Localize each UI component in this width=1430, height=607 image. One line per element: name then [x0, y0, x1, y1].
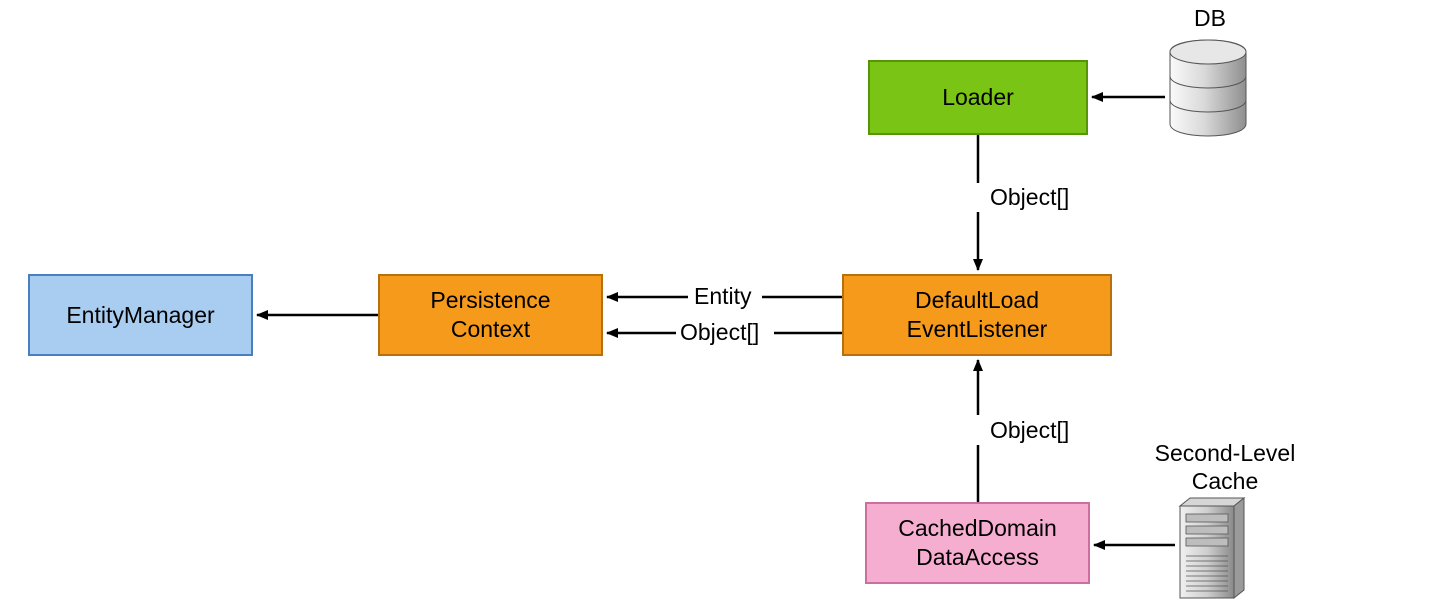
entity-edge-label: Entity	[694, 283, 752, 311]
cache-to-listener-label: Object[]	[990, 417, 1069, 445]
loader-label: Loader	[942, 83, 1014, 112]
default-load-event-listener-label: DefaultLoad EventListener	[907, 286, 1048, 344]
entity-manager-label: EntityManager	[66, 301, 214, 330]
db-label: DB	[1180, 5, 1240, 33]
object-edge-label: Object[]	[680, 319, 759, 347]
cached-domain-data-access-label: CachedDomain DataAccess	[898, 514, 1057, 572]
persistence-context-label: Persistence Context	[430, 286, 550, 344]
loader-to-listener-label: Object[]	[990, 184, 1069, 212]
database-icon	[1170, 40, 1246, 136]
second-level-cache-label: Second-Level Cache	[1140, 440, 1310, 495]
default-load-event-listener-box: DefaultLoad EventListener	[842, 274, 1112, 356]
cached-domain-data-access-box: CachedDomain DataAccess	[865, 502, 1090, 584]
persistence-context-box: Persistence Context	[378, 274, 603, 356]
entity-manager-box: EntityManager	[28, 274, 253, 356]
server-icon	[1180, 498, 1244, 598]
loader-box: Loader	[868, 60, 1088, 135]
